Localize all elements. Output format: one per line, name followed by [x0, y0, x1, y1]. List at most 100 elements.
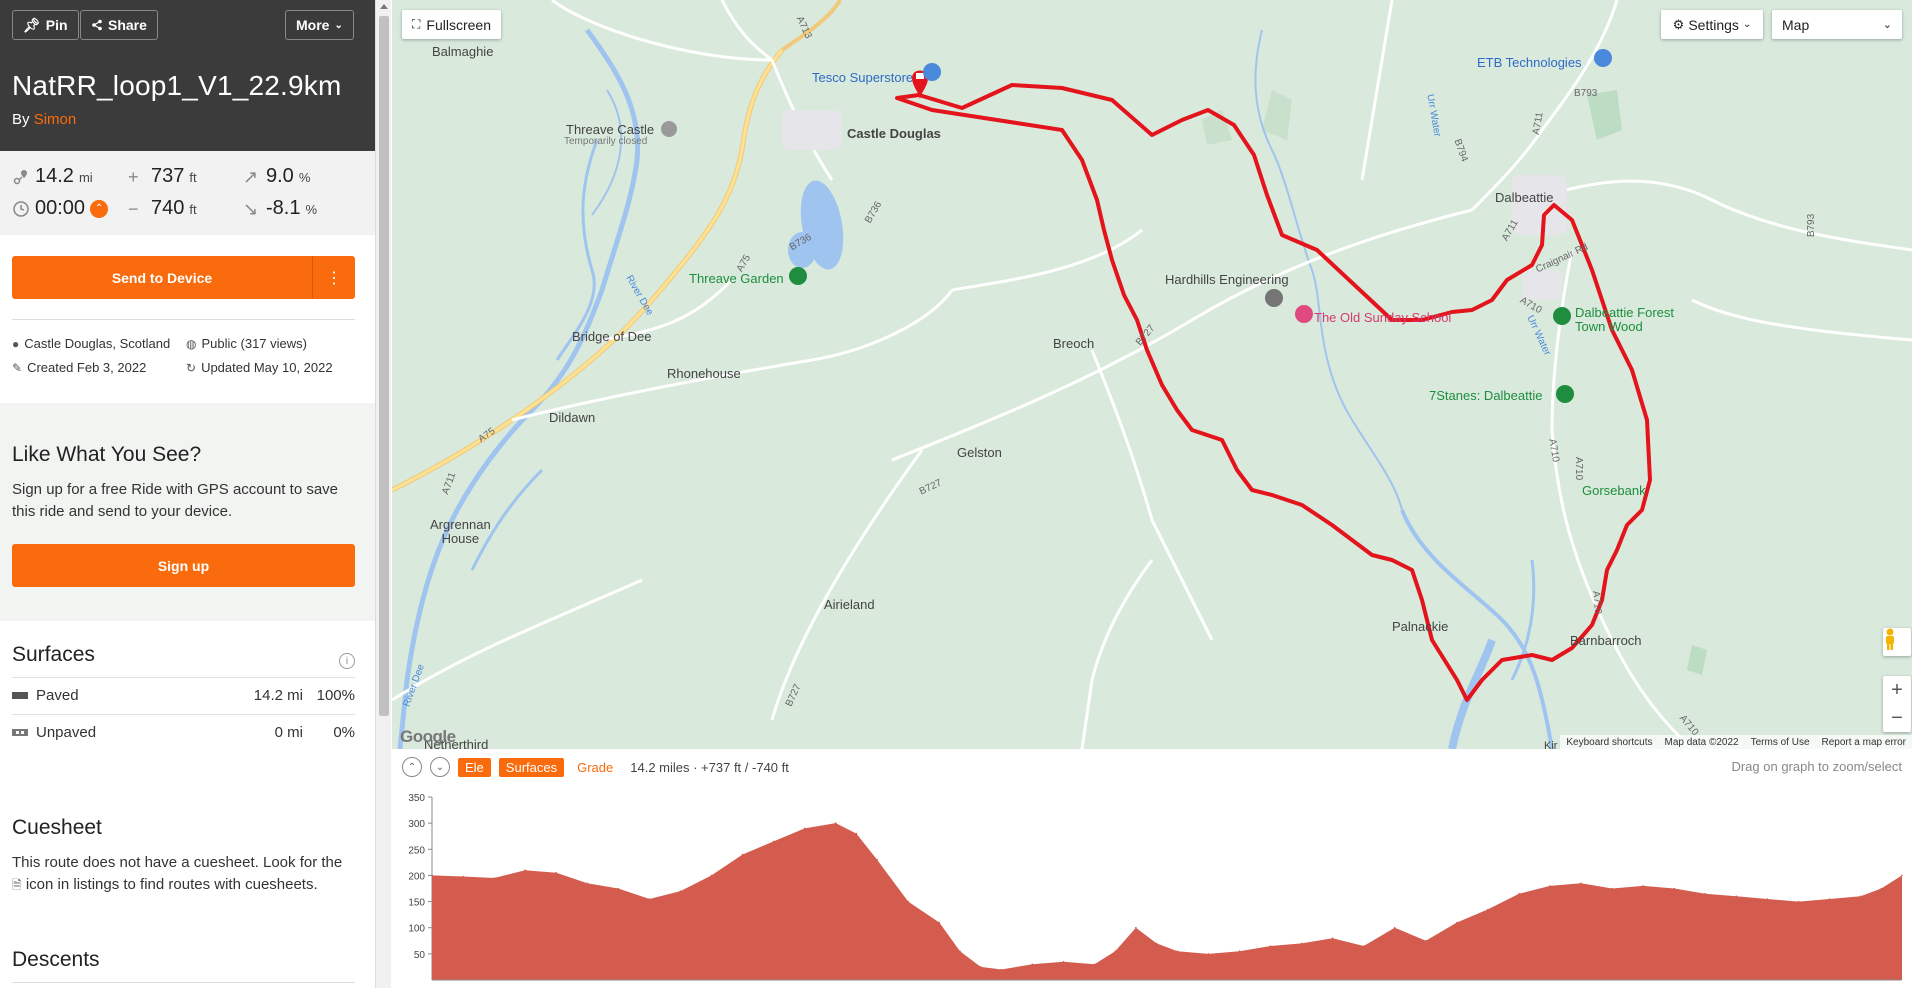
chevron-up-icon[interactable]: ⌃: [402, 757, 422, 777]
elevation-point: [1155, 942, 1158, 945]
elevation-point: [1331, 937, 1334, 939]
unpaved-swatch: [12, 729, 28, 736]
elevation-point: [855, 832, 858, 835]
cuesheet-title: Cuesheet: [12, 816, 102, 839]
poi-label[interactable]: Threave Garden: [689, 271, 784, 286]
sidebar-scrollbar[interactable]: [375, 0, 391, 988]
surfaces-title: Surfaces: [12, 643, 95, 666]
elevation-point: [710, 874, 713, 877]
stat-elev-loss: − 740 ft: [128, 197, 197, 220]
map-type-select[interactable]: Map ⌄: [1772, 10, 1902, 39]
chevron-down-icon[interactable]: ⌄: [430, 757, 450, 777]
elev-loss-unit: ft: [189, 202, 197, 217]
surface-row-unpaved: Unpaved 0 mi 0%: [12, 714, 355, 750]
map-attribution: Keyboard shortcuts Map data ©2022 Terms …: [1560, 735, 1912, 749]
place-label: Bridge of Dee: [572, 329, 652, 344]
promo-title: Like What You See?: [12, 443, 202, 466]
route-map[interactable]: Balmaghie Tesco Superstore Castle Dougla…: [392, 0, 1912, 749]
street-view-pegman[interactable]: [1883, 628, 1911, 656]
place-label: Palnackie: [1392, 619, 1449, 634]
info-icon[interactable]: i: [339, 653, 355, 669]
stat-distance: 14.2 mi: [12, 165, 93, 188]
place-label: Barnbarroch: [1570, 633, 1642, 648]
chevron-up-icon[interactable]: ⌃: [90, 199, 109, 218]
map-settings-button[interactable]: ⚙ Settings ⌄: [1661, 10, 1763, 39]
road-label: A710: [1573, 456, 1585, 481]
elevation-panel: ⌃ ⌄ Ele Surfaces Grade 14.2 miles · +737…: [392, 749, 1912, 988]
place-label: Castle Douglas: [847, 126, 941, 141]
divider: [12, 319, 355, 320]
elevation-chart[interactable]: 50 100 150 200 250 300 350: [392, 789, 1912, 988]
elevation-point: [555, 872, 557, 874]
pencil-icon: ✎: [12, 360, 23, 375]
fullscreen-button[interactable]: ⛶ Fullscreen: [402, 10, 501, 39]
plus-icon: +: [128, 166, 139, 187]
signup-button[interactable]: Sign up: [12, 544, 355, 587]
surface-distance: 0 mi: [274, 724, 303, 741]
pin-button[interactable]: 📌︎ Pin: [12, 10, 79, 40]
poi-label[interactable]: Threave Castle: [566, 122, 654, 137]
place-label: Kir: [1544, 740, 1558, 749]
elevation-point: [1393, 926, 1396, 929]
clock-icon: [13, 200, 29, 217]
poi-label[interactable]: Tesco Superstore: [812, 70, 913, 85]
y-tick-label: 350: [408, 793, 425, 804]
terms-link[interactable]: Terms of Use: [1751, 737, 1810, 748]
arrow-down-right-icon: ↘: [243, 198, 259, 219]
elevation-point: [1859, 895, 1862, 898]
vertical-ellipsis-icon[interactable]: ⋮: [312, 256, 355, 299]
meta-updated: ↻ Updated May 10, 2022: [186, 360, 333, 375]
zoom-in-button[interactable]: +: [1883, 676, 1911, 704]
by-prefix: By: [12, 111, 30, 128]
elevation-point: [1880, 887, 1883, 890]
elevation-point: [938, 921, 941, 924]
poi-label[interactable]: Hardhills Engineering: [1165, 272, 1289, 287]
stat-elev-gain: + 737 ft: [128, 165, 197, 188]
elevation-point: [1135, 926, 1137, 929]
stat-max-grade: ↗ 9.0 %: [243, 165, 310, 188]
send-to-device-group: Send to Device ⋮: [12, 256, 355, 299]
settings-label: Settings: [1688, 16, 1739, 33]
tab-surfaces[interactable]: Surfaces: [498, 757, 565, 777]
poi-label[interactable]: ETB Technologies: [1477, 55, 1582, 70]
zoom-out-button[interactable]: −: [1883, 704, 1911, 732]
send-to-device-button[interactable]: Send to Device: [12, 256, 312, 299]
cuesheet-text-after: icon in listings to find routes with cue…: [25, 876, 318, 893]
tab-ele[interactable]: Ele: [458, 757, 491, 777]
place-label: Rhonehouse: [667, 366, 741, 381]
elevation-point: [1766, 898, 1769, 900]
elevation-point: [493, 877, 495, 879]
max-grade-value: 9.0: [266, 165, 294, 187]
surface-percent: 0%: [333, 724, 355, 741]
elevation-point: [1062, 960, 1065, 963]
scroll-up-arrow[interactable]: [380, 4, 388, 9]
poi-label[interactable]: The Old Sunday School: [1314, 310, 1451, 325]
tab-grade[interactable]: Grade: [572, 758, 618, 777]
elevation-point: [1518, 892, 1520, 895]
scrollbar-thumb[interactable]: [379, 16, 389, 716]
surface-name: Paved: [36, 687, 79, 704]
elevation-toolbar: ⌃ ⌄ Ele Surfaces Grade 14.2 miles · +737…: [402, 757, 789, 777]
report-error-link[interactable]: Report a map error: [1822, 737, 1906, 748]
more-button[interactable]: More ⌄: [285, 10, 354, 40]
elevation-point: [462, 875, 464, 878]
elevation-point: [1176, 950, 1179, 952]
paved-swatch: [12, 692, 28, 699]
elevation-point: [524, 869, 526, 871]
poi-label[interactable]: 7Stanes: Dalbeattie: [1429, 388, 1542, 403]
elevation-point: [1362, 945, 1365, 947]
location-text: Castle Douglas, Scotland: [24, 336, 171, 351]
elevation-point: [617, 887, 620, 890]
descents-title: Descents: [12, 948, 100, 971]
route-stats: 14.2 mi + 737 ft ↗ 9.0 % 00:00 ⌃ − 740 f…: [0, 151, 375, 235]
share-button[interactable]: Share: [80, 10, 158, 40]
author-link[interactable]: Simon: [34, 111, 77, 128]
place-label: Airieland: [824, 597, 875, 612]
place-label: Breoch: [1053, 336, 1095, 351]
y-tick-label: 200: [408, 871, 425, 882]
elevation-summary: 14.2 miles · +737 ft / -740 ft: [630, 759, 789, 775]
keyboard-shortcuts-link[interactable]: Keyboard shortcuts: [1566, 737, 1652, 748]
meta-visibility: ◍ Public (317 views): [186, 336, 307, 351]
place-label: Dalbeattie: [1495, 190, 1554, 205]
poi-label[interactable]: Dalbeattie Forest Town Wood: [1575, 306, 1674, 334]
